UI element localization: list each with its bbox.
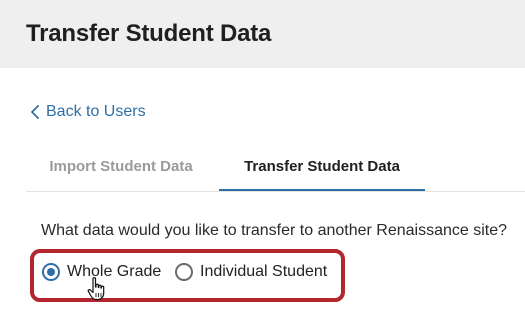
radio-checked-icon[interactable]	[42, 263, 60, 281]
tab-import-student-data[interactable]: Import Student Data	[26, 146, 216, 192]
radio-unchecked-icon[interactable]	[175, 263, 193, 281]
tab-label: Transfer Student Data	[244, 158, 400, 175]
chevron-left-icon	[31, 105, 39, 119]
page-title: Transfer Student Data	[26, 20, 272, 47]
radio-label-whole-grade: Whole Grade	[67, 263, 162, 280]
tab-transfer-student-data[interactable]: Transfer Student Data	[219, 146, 425, 192]
back-link-label: Back to Users	[46, 103, 146, 120]
tab-bar: Import Student Data Transfer Student Dat…	[26, 146, 525, 192]
tab-label: Import Student Data	[49, 158, 193, 175]
tab-divider	[26, 191, 525, 192]
hand-pointer-icon	[87, 277, 105, 301]
radio-individual-student[interactable]: Individual Student	[175, 261, 327, 283]
transfer-question: What data would you like to transfer to …	[41, 222, 508, 239]
page-header: Transfer Student Data	[0, 0, 525, 68]
radio-label-individual-student: Individual Student	[200, 263, 328, 280]
back-to-users-link[interactable]: Back to Users	[28, 101, 146, 123]
